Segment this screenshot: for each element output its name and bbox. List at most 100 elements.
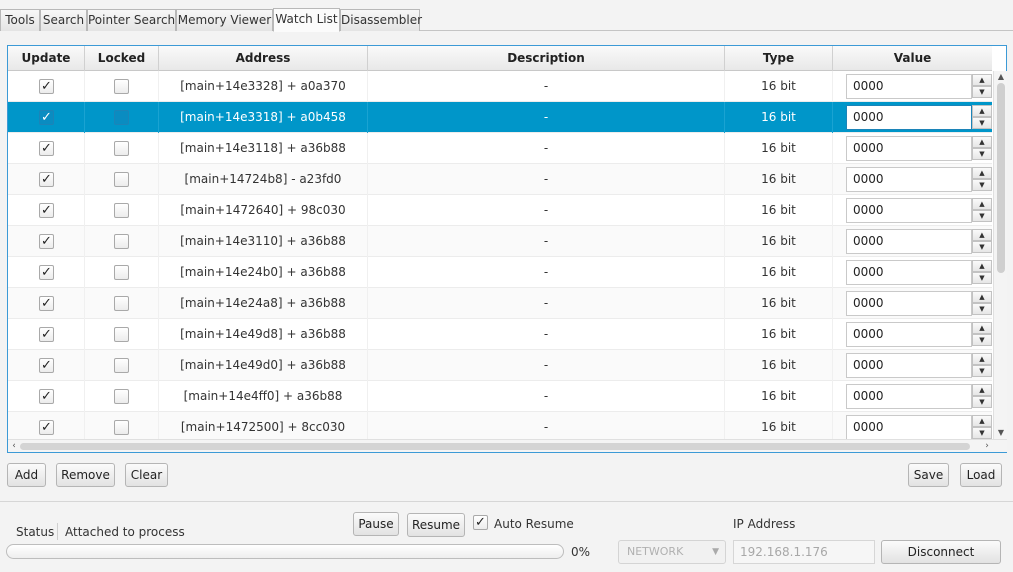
load-button[interactable]: Load [960, 463, 1002, 487]
value-spinner-input[interactable]: 0000 [846, 291, 972, 316]
tab-search[interactable]: Search [40, 9, 87, 31]
tab-memory-viewer[interactable]: Memory Viewer [176, 9, 273, 31]
table-row[interactable]: ✓ [main+1472640] + 98c030-16 bit 0000 ▲ ▼ [8, 195, 992, 226]
horizontal-scroll-thumb[interactable] [20, 443, 970, 450]
vertical-scrollbar[interactable]: ▲ ▼ [993, 71, 1007, 439]
triangle-down-icon[interactable]: ▼ [972, 303, 992, 315]
save-button[interactable]: Save [908, 463, 949, 487]
triangle-up-icon[interactable]: ▲ [972, 198, 992, 210]
value-spinner-input[interactable]: 0000 [846, 260, 972, 285]
column-header-value[interactable]: Value [833, 46, 992, 71]
triangle-up-icon[interactable]: ▲ [972, 167, 992, 179]
pause-button[interactable]: Pause [353, 512, 399, 536]
locked-checkbox[interactable] [114, 79, 129, 94]
table-row[interactable]: ✓ [main+14e49d0] + a36b88-16 bit 0000 ▲ ▼ [8, 350, 992, 381]
update-checkbox[interactable]: ✓ [39, 141, 54, 156]
scroll-up-icon[interactable]: ▲ [994, 71, 1008, 83]
value-spinner-input[interactable]: 0000 [846, 384, 972, 409]
tab-watch-list[interactable]: Watch List [273, 8, 340, 32]
triangle-down-icon[interactable]: ▼ [972, 427, 992, 439]
vertical-scroll-thumb[interactable] [997, 83, 1005, 273]
triangle-down-icon[interactable]: ▼ [972, 272, 992, 284]
tab-pointer-search[interactable]: Pointer Search [87, 9, 176, 31]
table-row[interactable]: ✓ [main+14e24a8] + a36b88-16 bit 0000 ▲ ▼ [8, 288, 992, 319]
clear-button[interactable]: Clear [125, 463, 168, 487]
horizontal-scrollbar[interactable]: ‹ › [8, 439, 1007, 452]
table-row[interactable]: ✓ [main+14e4ff0] + a36b88-16 bit 0000 ▲ ▼ [8, 381, 992, 412]
table-row[interactable]: ✓ [main+14e49d8] + a36b88-16 bit 0000 ▲ ▼ [8, 319, 992, 350]
triangle-down-icon[interactable]: ▼ [972, 86, 992, 98]
tab-tools[interactable]: Tools [0, 9, 40, 31]
triangle-up-icon[interactable]: ▲ [972, 105, 992, 117]
triangle-up-icon[interactable]: ▲ [972, 229, 992, 241]
update-checkbox[interactable]: ✓ [39, 296, 54, 311]
triangle-down-icon[interactable]: ▼ [972, 117, 992, 129]
locked-checkbox[interactable] [114, 141, 129, 156]
column-header-type[interactable]: Type [725, 46, 833, 71]
update-checkbox[interactable]: ✓ [39, 79, 54, 94]
disconnect-button[interactable]: Disconnect [881, 540, 1001, 564]
triangle-up-icon[interactable]: ▲ [972, 322, 992, 334]
column-header-description[interactable]: Description [368, 46, 725, 71]
table-row[interactable]: ✓ [main+14e24b0] + a36b88-16 bit 0000 ▲ ▼ [8, 257, 992, 288]
value-spinner-input[interactable]: 0000 [846, 322, 972, 347]
column-header-update[interactable]: Update [8, 46, 85, 71]
triangle-up-icon[interactable]: ▲ [972, 74, 992, 86]
auto-resume-checkbox[interactable]: ✓ [473, 515, 488, 530]
triangle-up-icon[interactable]: ▲ [972, 291, 992, 303]
triangle-down-icon[interactable]: ▼ [972, 148, 992, 160]
triangle-down-icon[interactable]: ▼ [972, 210, 992, 222]
update-checkbox[interactable]: ✓ [39, 327, 54, 342]
table-row[interactable]: ✓ [main+1472500] + 8cc030-16 bit 0000 ▲ ▼ [8, 412, 992, 439]
update-checkbox[interactable]: ✓ [39, 420, 54, 435]
value-spinner-input[interactable]: 0000 [846, 353, 972, 378]
locked-checkbox[interactable] [114, 420, 129, 435]
update-checkbox[interactable]: ✓ [39, 172, 54, 187]
triangle-down-icon[interactable]: ▼ [972, 241, 992, 253]
locked-checkbox[interactable] [114, 358, 129, 373]
connection-mode-select[interactable]: NETWORK ▼ [618, 540, 726, 564]
triangle-down-icon[interactable]: ▼ [972, 365, 992, 377]
locked-checkbox[interactable] [114, 296, 129, 311]
update-checkbox[interactable]: ✓ [39, 389, 54, 404]
value-spinner-input[interactable]: 0000 [846, 136, 972, 161]
locked-checkbox[interactable] [114, 265, 129, 280]
update-checkbox[interactable]: ✓ [39, 265, 54, 280]
locked-checkbox[interactable] [114, 172, 129, 187]
column-header-address[interactable]: Address [159, 46, 368, 71]
value-spinner-input[interactable]: 0000 [846, 229, 972, 254]
table-row[interactable]: ✓ [main+14724b8] - a23fd0-16 bit 0000 ▲ ▼ [8, 164, 992, 195]
remove-button[interactable]: Remove [56, 463, 115, 487]
scroll-left-icon[interactable]: ‹ [8, 440, 20, 453]
triangle-up-icon[interactable]: ▲ [972, 136, 992, 148]
triangle-up-icon[interactable]: ▲ [972, 415, 992, 427]
triangle-down-icon[interactable]: ▼ [972, 334, 992, 346]
value-spinner-input[interactable]: 0000 [846, 198, 972, 223]
update-checkbox[interactable]: ✓ [39, 203, 54, 218]
tab-disassembler[interactable]: Disassembler [340, 9, 422, 31]
column-header-locked[interactable]: Locked [85, 46, 159, 71]
scroll-down-icon[interactable]: ▼ [994, 427, 1008, 439]
locked-checkbox[interactable] [114, 203, 129, 218]
resume-button[interactable]: Resume [407, 513, 465, 537]
triangle-up-icon[interactable]: ▲ [972, 353, 992, 365]
value-spinner-input[interactable]: 0000 [846, 167, 972, 192]
triangle-down-icon[interactable]: ▼ [972, 179, 992, 191]
table-row[interactable]: ✓ [main+14e3318] + a0b458-16 bit 0000 ▲ ▼ [8, 102, 992, 133]
update-checkbox[interactable]: ✓ [39, 234, 54, 249]
add-button[interactable]: Add [7, 463, 46, 487]
update-checkbox[interactable]: ✓ [39, 110, 54, 125]
triangle-up-icon[interactable]: ▲ [972, 260, 992, 272]
update-checkbox[interactable]: ✓ [39, 358, 54, 373]
value-spinner-input[interactable]: 0000 [846, 105, 972, 130]
locked-checkbox[interactable] [114, 327, 129, 342]
value-spinner-input[interactable]: 0000 [846, 74, 972, 99]
locked-checkbox[interactable] [114, 234, 129, 249]
ip-address-input[interactable]: 192.168.1.176 [733, 540, 875, 564]
scroll-right-icon[interactable]: › [981, 440, 993, 453]
locked-checkbox[interactable] [114, 110, 129, 125]
table-row[interactable]: ✓ [main+14e3328] + a0a370-16 bit 0000 ▲ ▼ [8, 71, 992, 102]
value-spinner-input[interactable]: 0000 [846, 415, 972, 439]
table-row[interactable]: ✓ [main+14e3110] + a36b88-16 bit 0000 ▲ ▼ [8, 226, 992, 257]
table-row[interactable]: ✓ [main+14e3118] + a36b88-16 bit 0000 ▲ ▼ [8, 133, 992, 164]
